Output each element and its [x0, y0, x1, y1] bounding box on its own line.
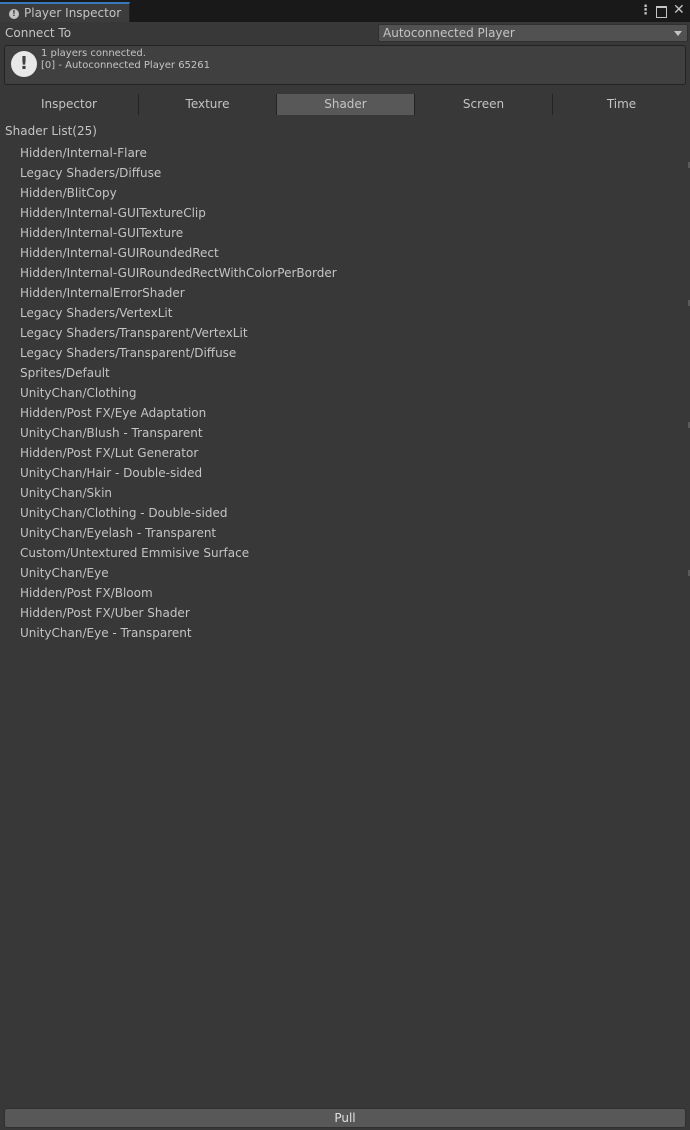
list-item[interactable]: UnityChan/Hair - Double-sided [20, 463, 337, 483]
list-item[interactable]: Hidden/Internal-Flare [20, 143, 337, 163]
shader-list-title: Shader List(25) [5, 124, 97, 138]
list-item[interactable]: Legacy Shaders/Transparent/Diffuse [20, 343, 337, 363]
connect-to-dropdown[interactable]: Autoconnected Player [378, 24, 688, 42]
window-tabstrip: ! Player Inspector ⋮ ✕ [0, 0, 690, 22]
tab-player-inspector[interactable]: ! Player Inspector [0, 2, 130, 22]
list-item[interactable]: UnityChan/Clothing - Double-sided [20, 503, 337, 523]
list-item[interactable]: UnityChan/Blush - Transparent [20, 423, 337, 443]
list-item[interactable]: Legacy Shaders/VertexLit [20, 303, 337, 323]
chevron-down-icon [674, 31, 682, 36]
list-item[interactable]: Hidden/Internal-GUIRoundedRectWithColorP… [20, 263, 337, 283]
close-icon[interactable]: ✕ [673, 2, 685, 18]
tab-shader[interactable]: Shader [277, 94, 415, 115]
tab-title: Player Inspector [24, 6, 122, 20]
list-item[interactable]: Hidden/InternalErrorShader [20, 283, 337, 303]
list-item[interactable]: UnityChan/Eye - Transparent [20, 623, 337, 643]
tab-screen[interactable]: Screen [415, 94, 553, 115]
list-item[interactable]: Hidden/Post FX/Uber Shader [20, 603, 337, 623]
list-item[interactable]: Hidden/Post FX/Bloom [20, 583, 337, 603]
exclamation-icon: ! [11, 51, 37, 77]
players-connected-text: 1 players connected. [41, 48, 146, 59]
connect-to-label: Connect To [5, 26, 72, 40]
list-item[interactable]: UnityChan/Skin [20, 483, 337, 503]
player-entry-text: [0] - Autoconnected Player 65261 [41, 60, 210, 71]
player-inspector-window: ! Player Inspector ⋮ ✕ Connect To Autoco… [0, 0, 690, 1130]
list-item[interactable]: Legacy Shaders/Transparent/VertexLit [20, 323, 337, 343]
connect-row: Connect To Autoconnected Player [0, 22, 690, 44]
list-item[interactable]: Hidden/BlitCopy [20, 183, 337, 203]
tab-inspector[interactable]: Inspector [0, 94, 139, 115]
menu-icon[interactable]: ⋮ [639, 3, 652, 18]
maximize-icon[interactable] [656, 6, 667, 18]
list-item[interactable]: Legacy Shaders/Diffuse [20, 163, 337, 183]
list-item[interactable]: Sprites/Default [20, 363, 337, 383]
connect-to-value: Autoconnected Player [383, 26, 515, 40]
list-item[interactable]: UnityChan/Eye [20, 563, 337, 583]
pull-button[interactable]: Pull [4, 1108, 686, 1128]
list-item[interactable]: Hidden/Post FX/Lut Generator [20, 443, 337, 463]
list-item[interactable]: Hidden/Internal-GUITexture [20, 223, 337, 243]
tab-time[interactable]: Time [553, 94, 690, 115]
list-item[interactable]: Custom/Untextured Emmisive Surface [20, 543, 337, 563]
list-item[interactable]: UnityChan/Clothing [20, 383, 337, 403]
tab-texture[interactable]: Texture [139, 94, 277, 115]
list-item[interactable]: UnityChan/Eyelash - Transparent [20, 523, 337, 543]
list-item[interactable]: Hidden/Internal-GUITextureClip [20, 203, 337, 223]
shader-list: Hidden/Internal-Flare Legacy Shaders/Dif… [20, 143, 337, 643]
info-icon: ! [9, 9, 19, 19]
list-item[interactable]: Hidden/Internal-GUIRoundedRect [20, 243, 337, 263]
connection-info-box: ! 1 players connected. [0] - Autoconnect… [4, 45, 686, 85]
list-item[interactable]: Hidden/Post FX/Eye Adaptation [20, 403, 337, 423]
inspector-toolbar: Inspector Texture Shader Screen Time [0, 94, 690, 115]
